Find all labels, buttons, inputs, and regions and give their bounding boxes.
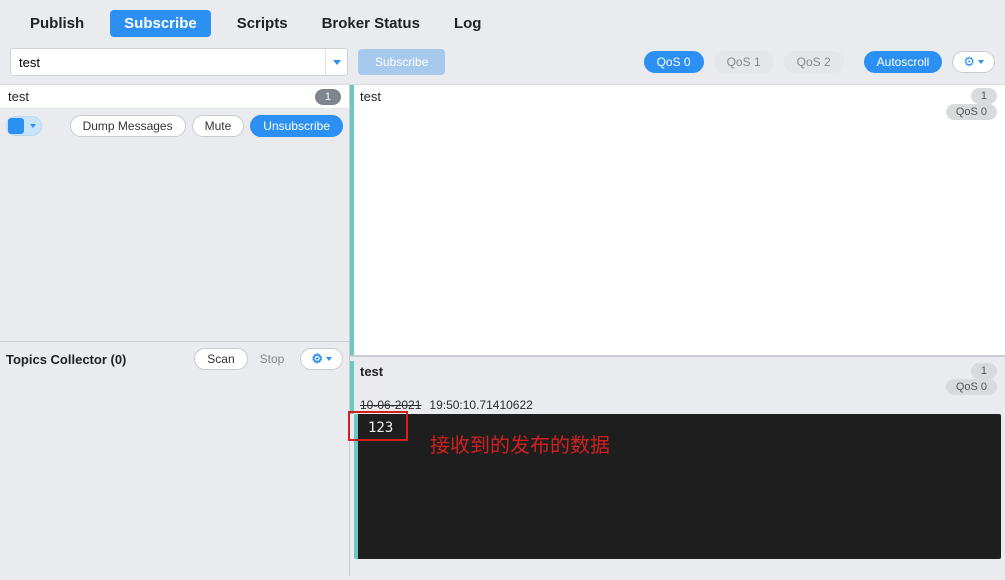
chevron-down-icon bbox=[30, 124, 36, 128]
topic-input-wrap bbox=[10, 48, 348, 76]
gear-icon bbox=[963, 54, 975, 70]
unsubscribe-button[interactable]: Unsubscribe bbox=[250, 115, 343, 137]
message-header: test 1 QoS 0 10-06-2021 19:50:10.7141062… bbox=[350, 361, 1005, 414]
topics-collector-title: Topics Collector (0) bbox=[6, 352, 194, 367]
messages-list-panel: test 1 QoS 0 bbox=[350, 85, 1005, 355]
tab-scripts[interactable]: Scripts bbox=[229, 9, 296, 38]
main-area: test 1 Dump Messages Mute Unsubscribe To… bbox=[0, 84, 1005, 576]
chevron-down-icon bbox=[978, 60, 984, 64]
topics-collector-bar: Topics Collector (0) Scan Stop bbox=[0, 342, 349, 376]
chevron-down-icon bbox=[326, 357, 332, 361]
chevron-down-icon bbox=[333, 60, 341, 65]
subscription-topic-name: test bbox=[8, 88, 315, 105]
subscription-count: 1 bbox=[315, 89, 341, 105]
qos1-button[interactable]: QoS 1 bbox=[714, 51, 774, 73]
topic-dropdown-toggle[interactable] bbox=[325, 49, 347, 75]
tab-log[interactable]: Log bbox=[446, 9, 490, 38]
tab-subscribe[interactable]: Subscribe bbox=[110, 10, 211, 37]
message-detail-panel: test 1 QoS 0 10-06-2021 19:50:10.7141062… bbox=[350, 357, 1005, 576]
subscription-row[interactable]: test 1 bbox=[0, 85, 349, 109]
messages-topic-name: test bbox=[360, 89, 971, 104]
messages-topic-header: test 1 bbox=[354, 85, 1005, 104]
message-time: 19:50:10.71410622 bbox=[429, 398, 532, 412]
messages-topic-qos: QoS 0 bbox=[946, 104, 997, 120]
autoscroll-button[interactable]: Autoscroll bbox=[864, 51, 943, 73]
message-payload: 123 bbox=[354, 414, 1001, 559]
subscribe-button[interactable]: Subscribe bbox=[358, 49, 445, 75]
gear-icon bbox=[311, 351, 323, 367]
subscribe-bar: Subscribe QoS 0 QoS 1 QoS 2 Autoscroll bbox=[0, 40, 1005, 84]
message-topic-name: test bbox=[360, 364, 971, 379]
message-qos: QoS 0 bbox=[946, 379, 997, 395]
topic-input[interactable] bbox=[11, 49, 325, 75]
mute-button[interactable]: Mute bbox=[192, 115, 245, 137]
message-count: 1 bbox=[971, 363, 997, 379]
subscription-actions: Dump Messages Mute Unsubscribe bbox=[0, 109, 349, 143]
expand-toggle[interactable] bbox=[6, 116, 42, 136]
dump-messages-button[interactable]: Dump Messages bbox=[70, 115, 186, 137]
message-date: 10-06-2021 bbox=[360, 398, 421, 412]
left-column: test 1 Dump Messages Mute Unsubscribe To… bbox=[0, 85, 350, 576]
topics-collector-body bbox=[0, 376, 349, 576]
right-column: test 1 QoS 0 test 1 QoS 0 10-06-2021 19:… bbox=[350, 85, 1005, 576]
stop-button[interactable]: Stop bbox=[248, 348, 297, 370]
collector-settings-button[interactable] bbox=[300, 348, 343, 370]
tab-publish[interactable]: Publish bbox=[22, 9, 92, 38]
scan-button[interactable]: Scan bbox=[194, 348, 247, 370]
qos0-button[interactable]: QoS 0 bbox=[644, 51, 704, 73]
messages-topic-count: 1 bbox=[971, 88, 997, 104]
subscriptions-panel: test 1 Dump Messages Mute Unsubscribe bbox=[0, 85, 349, 342]
main-tabs: Publish Subscribe Scripts Broker Status … bbox=[0, 0, 1005, 40]
topics-collector-panel: Topics Collector (0) Scan Stop bbox=[0, 342, 349, 576]
qos2-button[interactable]: QoS 2 bbox=[784, 51, 844, 73]
message-payload-text: 123 bbox=[368, 420, 393, 436]
message-meta: 10-06-2021 19:50:10.71410622 bbox=[360, 397, 997, 414]
tab-broker-status[interactable]: Broker Status bbox=[314, 9, 428, 38]
settings-button[interactable] bbox=[952, 51, 995, 73]
